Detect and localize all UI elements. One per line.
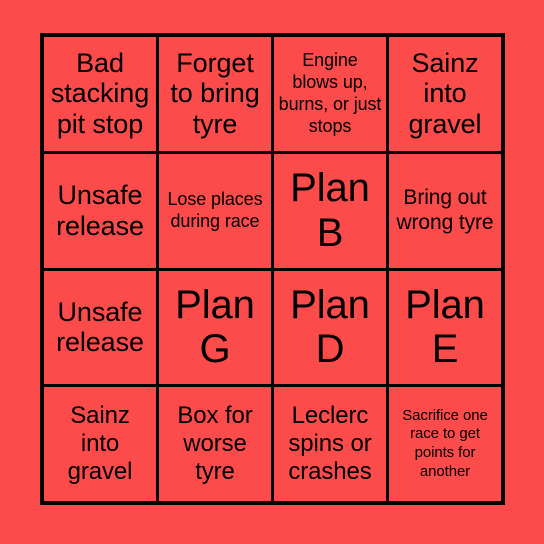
bingo-cell-r1c1[interactable]: Bad stacking pit stop bbox=[44, 37, 156, 151]
bingo-cell-label: Bad stacking pit stop bbox=[50, 47, 150, 140]
bingo-cell-label: Unsafe release bbox=[56, 179, 144, 241]
bingo-cell-label: Sainz into gravel bbox=[408, 47, 482, 140]
bingo-cell-label: Leclerc spins or crashes bbox=[288, 402, 372, 486]
bingo-cell-label: Bring out wrong tyre bbox=[396, 185, 494, 234]
bingo-cell-label: Unsafe release bbox=[56, 296, 144, 358]
bingo-cell-r2c2[interactable]: Lose places during race bbox=[159, 153, 271, 268]
bingo-cell-label: Box for worse tyre bbox=[177, 402, 253, 486]
bingo-cell-label: Plan B bbox=[290, 165, 370, 255]
bingo-cell-label: Sacrifice one race to get points for ano… bbox=[402, 406, 488, 480]
bingo-card-grid: Bad stacking pit stop Forget to bring ty… bbox=[40, 33, 505, 505]
bingo-cell-r3c1[interactable]: Unsafe release bbox=[44, 270, 156, 385]
bingo-cell-r2c3[interactable]: Plan B bbox=[274, 153, 386, 268]
bingo-cell-r2c1[interactable]: Unsafe release bbox=[44, 153, 156, 268]
bingo-cell-label: Engine blows up, burns, or just stops bbox=[278, 49, 382, 136]
bingo-cell-r1c4[interactable]: Sainz into gravel bbox=[389, 37, 501, 151]
bingo-cell-r3c3[interactable]: Plan D bbox=[274, 270, 386, 385]
bingo-cell-label: Lose places during race bbox=[167, 188, 263, 231]
bingo-cell-r2c4[interactable]: Bring out wrong tyre bbox=[389, 153, 501, 268]
bingo-cell-r3c4[interactable]: Plan E bbox=[389, 270, 501, 385]
bingo-cell-r4c1[interactable]: Sainz into gravel bbox=[44, 387, 156, 501]
bingo-cell-label: Plan G bbox=[175, 282, 255, 372]
bingo-cell-r1c3[interactable]: Engine blows up, burns, or just stops bbox=[274, 37, 386, 151]
bingo-cell-label: Plan D bbox=[290, 282, 370, 372]
bingo-cell-r4c3[interactable]: Leclerc spins or crashes bbox=[274, 387, 386, 501]
bingo-cell-r3c2[interactable]: Plan G bbox=[159, 270, 271, 385]
bingo-cell-label: Plan E bbox=[405, 282, 485, 372]
bingo-cell-r4c4[interactable]: Sacrifice one race to get points for ano… bbox=[389, 387, 501, 501]
bingo-cell-r4c2[interactable]: Box for worse tyre bbox=[159, 387, 271, 501]
bingo-cell-r1c2[interactable]: Forget to bring tyre bbox=[159, 37, 271, 151]
bingo-cell-label: Sainz into gravel bbox=[67, 402, 133, 486]
bingo-cell-label: Forget to bring tyre bbox=[170, 47, 260, 140]
